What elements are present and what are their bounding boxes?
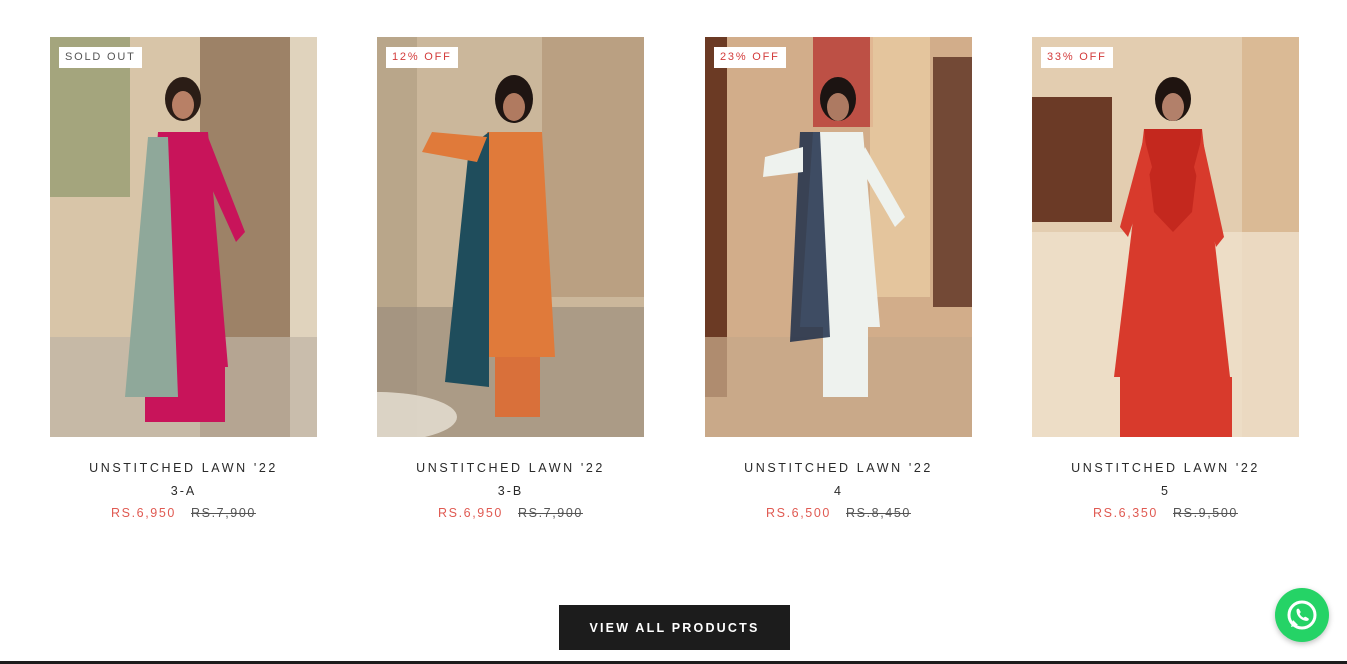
product-image[interactable]: 12% OFF bbox=[377, 37, 644, 437]
product-card[interactable]: SOLD OUT UNSTITCHED LAWN '22 3-A RS.6,95… bbox=[50, 37, 317, 520]
product-photo-figure bbox=[705, 37, 972, 437]
view-all-products-button[interactable]: VIEW ALL PRODUCTS bbox=[559, 605, 790, 650]
compare-at-price: RS.8,450 bbox=[846, 506, 911, 520]
whatsapp-icon bbox=[1287, 600, 1317, 630]
product-image[interactable]: 33% OFF bbox=[1032, 37, 1299, 437]
product-variant: 4 bbox=[834, 484, 843, 498]
product-prices: RS.6,500 RS.8,450 bbox=[705, 506, 972, 520]
product-card[interactable]: 33% OFF UNSTITCHED LAWN '22 5 RS.6,350 R… bbox=[1032, 37, 1299, 520]
product-image[interactable]: SOLD OUT bbox=[50, 37, 317, 437]
sale-price: RS.6,350 bbox=[1093, 506, 1158, 520]
featured-products-section: SOLD OUT UNSTITCHED LAWN '22 3-A RS.6,95… bbox=[0, 0, 1347, 664]
sale-price: RS.6,500 bbox=[766, 506, 831, 520]
product-title[interactable]: UNSTITCHED LAWN '22 bbox=[377, 461, 644, 475]
discount-badge: 23% OFF bbox=[714, 47, 786, 68]
sold-out-badge: SOLD OUT bbox=[59, 47, 142, 68]
product-title[interactable]: UNSTITCHED LAWN '22 bbox=[50, 461, 317, 475]
product-variant: 3-A bbox=[170, 484, 197, 498]
product-card[interactable]: 23% OFF UNSTITCHED LAWN '22 4 RS.6,500 R… bbox=[705, 37, 972, 520]
compare-at-price: RS.7,900 bbox=[518, 506, 583, 520]
discount-badge: 33% OFF bbox=[1041, 47, 1113, 68]
whatsapp-chat-button[interactable] bbox=[1275, 588, 1329, 642]
product-photo-figure bbox=[377, 37, 644, 437]
product-photo-figure bbox=[50, 37, 317, 437]
product-title[interactable]: UNSTITCHED LAWN '22 bbox=[705, 461, 972, 475]
product-photo-figure bbox=[1032, 37, 1299, 437]
product-variant: 5 bbox=[1161, 484, 1170, 498]
product-prices: RS.6,950 RS.7,900 bbox=[50, 506, 317, 520]
compare-at-price: RS.9,500 bbox=[1173, 506, 1238, 520]
sale-price: RS.6,950 bbox=[111, 506, 176, 520]
discount-badge: 12% OFF bbox=[386, 47, 458, 68]
product-title[interactable]: UNSTITCHED LAWN '22 bbox=[1032, 461, 1299, 475]
product-card[interactable]: 12% OFF UNSTITCHED LAWN '22 3-B RS.6,950… bbox=[377, 37, 644, 520]
product-prices: RS.6,350 RS.9,500 bbox=[1032, 506, 1299, 520]
product-prices: RS.6,950 RS.7,900 bbox=[377, 506, 644, 520]
product-grid: SOLD OUT UNSTITCHED LAWN '22 3-A RS.6,95… bbox=[0, 37, 1347, 537]
sale-price: RS.6,950 bbox=[438, 506, 503, 520]
product-variant: 3-B bbox=[497, 484, 524, 498]
product-image[interactable]: 23% OFF bbox=[705, 37, 972, 437]
compare-at-price: RS.7,900 bbox=[191, 506, 256, 520]
